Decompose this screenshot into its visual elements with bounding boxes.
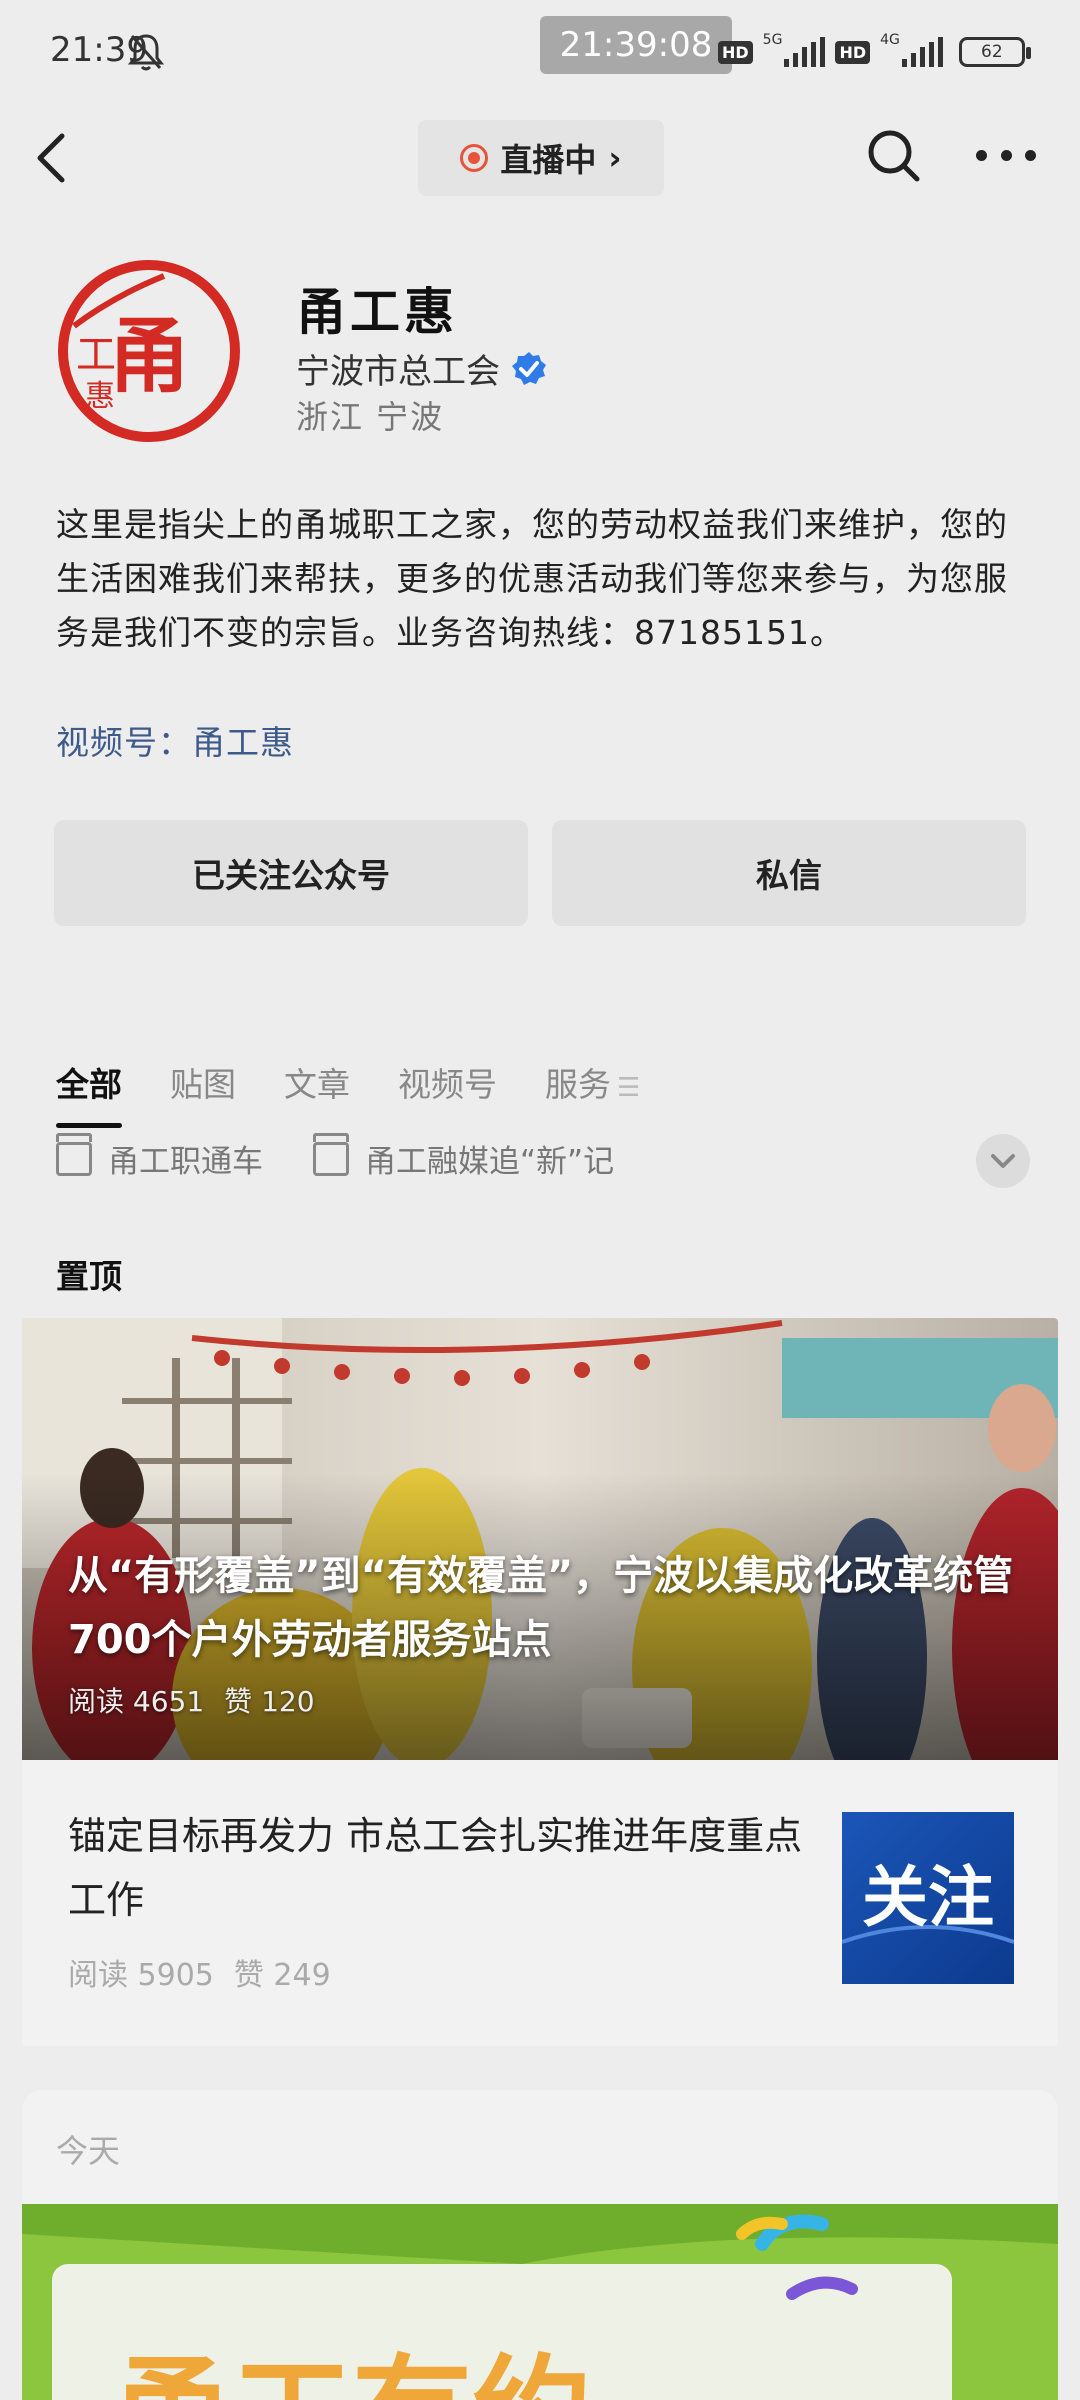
signal-icon (901, 37, 943, 67)
svg-text:甬: 甬 (108, 309, 190, 404)
thumbnail-text: 关注 (862, 1859, 994, 1936)
bell-off-icon (128, 34, 164, 71)
content-tabs: 全部 贴图 文章 视频号 服务 ☰ (56, 1058, 640, 1128)
network-type-label: 4G (880, 32, 900, 48)
article-stats: 阅读 5905 赞 249 (68, 1950, 331, 1994)
account-owner-label: 宁波市总工会 (296, 352, 500, 392)
live-streaming-button[interactable]: 直播中 › (418, 120, 664, 196)
status-indicators: HD 5G HD 4G 62 (718, 30, 1031, 74)
collection-item[interactable]: 甬工融媒追“新”记 (313, 1132, 615, 1181)
hd-badge: HD (835, 40, 871, 64)
today-label: 今天 (56, 2132, 121, 2170)
tab-channels[interactable]: 视频号 (398, 1058, 497, 1118)
account-logo: 甬 工 惠 (58, 260, 240, 442)
tab-services-label: 服务 (545, 1065, 611, 1104)
center-clock: 21:39:08 (540, 16, 732, 74)
read-count: 阅读 5905 (68, 1958, 214, 1993)
folder-icon (313, 1132, 349, 1176)
account-location: 浙江 宁波 (296, 398, 445, 436)
article-title: 锚定目标再发力 市总工会扎实推进年度重点工作 (68, 1814, 803, 1922)
article-item[interactable]: 从“有形覆盖”到“有效覆盖”，宁波以集成化改革统管700个户外劳动者服务站点 阅… (22, 1318, 1058, 1760)
tab-services[interactable]: 服务 ☰ (545, 1058, 640, 1118)
svg-text:工: 工 (76, 332, 116, 378)
tab-articles[interactable]: 文章 (284, 1058, 350, 1118)
collection-label: 甬工职通车 (108, 1144, 263, 1180)
channel-link[interactable]: 视频号：甬工惠 (56, 716, 294, 764)
article-title: 从“有形覆盖”到“有效覆盖”，宁波以集成化改革统管700个户外劳动者服务站点 (68, 1553, 1014, 1663)
chevron-down-icon (991, 1154, 1015, 1168)
svg-text:惠: 惠 (85, 379, 115, 414)
menu-icon: ☰ (617, 1073, 641, 1103)
account-description: 这里是指尖上的甬城职工之家，您的劳动权益我们来维护，您的生活困难我们来帮扶，更多… (56, 505, 1008, 652)
hd-badge: HD (718, 40, 753, 64)
like-count: 赞 249 (233, 1958, 331, 1993)
like-count: 赞 120 (224, 1685, 315, 1718)
live-dot-icon (460, 144, 489, 172)
read-count: 阅读 4651 (68, 1685, 205, 1718)
tab-posts[interactable]: 贴图 (170, 1058, 236, 1118)
network-type-label: 5G (762, 32, 783, 48)
collection-item[interactable]: 甬工职通车 (56, 1132, 263, 1181)
today-section: 今天 甬工有约 (22, 2090, 1058, 2400)
article-stats: 阅读 4651 赞 120 (68, 1680, 315, 1720)
more-options-icon[interactable] (976, 150, 1036, 166)
live-label: 直播中 (500, 141, 597, 179)
collection-label: 甬工融媒追“新”记 (365, 1144, 615, 1180)
banner-title: 甬工有约 (112, 2344, 592, 2400)
folder-icon (56, 1132, 92, 1176)
today-banner-image[interactable]: 甬工有约 (22, 2204, 1058, 2400)
article-thumbnail: 关注 (842, 1812, 1014, 1984)
expand-collections-button[interactable] (976, 1134, 1030, 1188)
chevron-right-icon: › (608, 139, 622, 177)
battery-icon: 62 (958, 37, 1031, 67)
tab-all[interactable]: 全部 (56, 1058, 122, 1128)
search-icon[interactable] (866, 128, 922, 184)
collections-row: 甬工职通车 甬工融媒追“新”记 (56, 1132, 615, 1181)
pinned-articles-card: 从“有形覆盖”到“有效覆盖”，宁波以集成化改革统管700个户外劳动者服务站点 阅… (22, 1318, 1058, 2046)
message-button[interactable]: 私信 (552, 820, 1026, 926)
signal-icon (784, 37, 826, 67)
account-owner[interactable]: 宁波市总工会 (296, 344, 548, 393)
verified-badge-icon (512, 351, 546, 385)
pinned-section-label: 置顶 (56, 1257, 122, 1296)
account-name: 甬工惠 (296, 283, 458, 341)
followed-button[interactable]: 已关注公众号 (54, 820, 528, 926)
back-arrow-icon[interactable] (32, 128, 72, 188)
